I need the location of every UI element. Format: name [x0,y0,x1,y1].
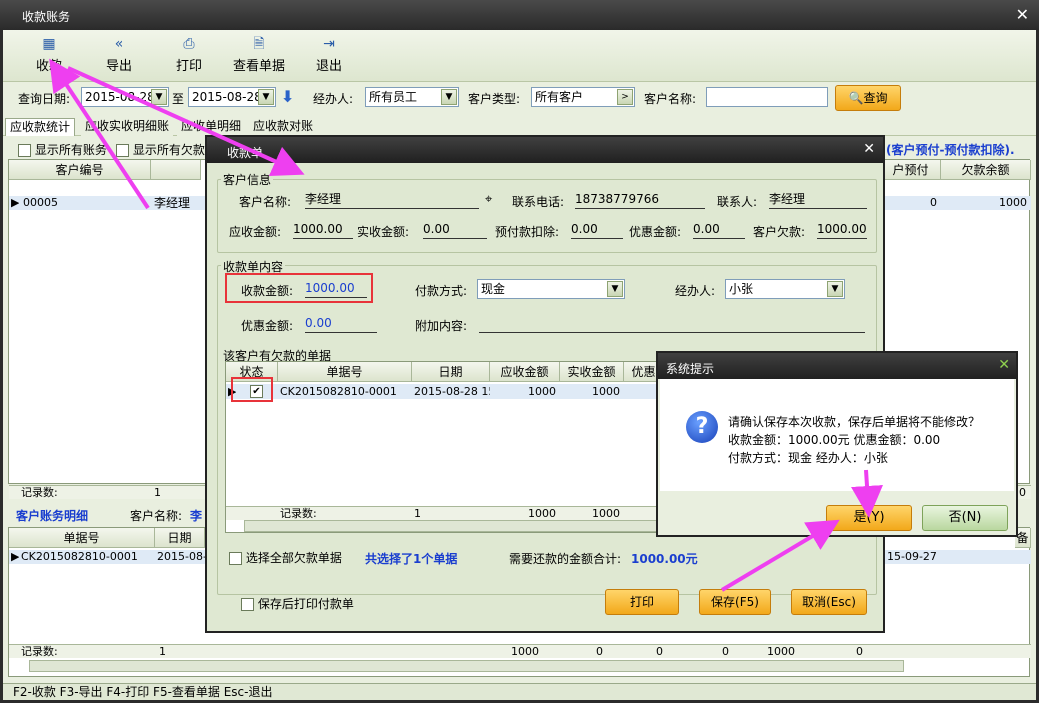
arrow-to-collect [49,58,150,210]
arrow-down-to-yes [851,469,883,518]
arrow-to-yes [720,519,840,592]
arrow-to-dialog [67,66,305,177]
annotation-arrows [49,58,883,592]
